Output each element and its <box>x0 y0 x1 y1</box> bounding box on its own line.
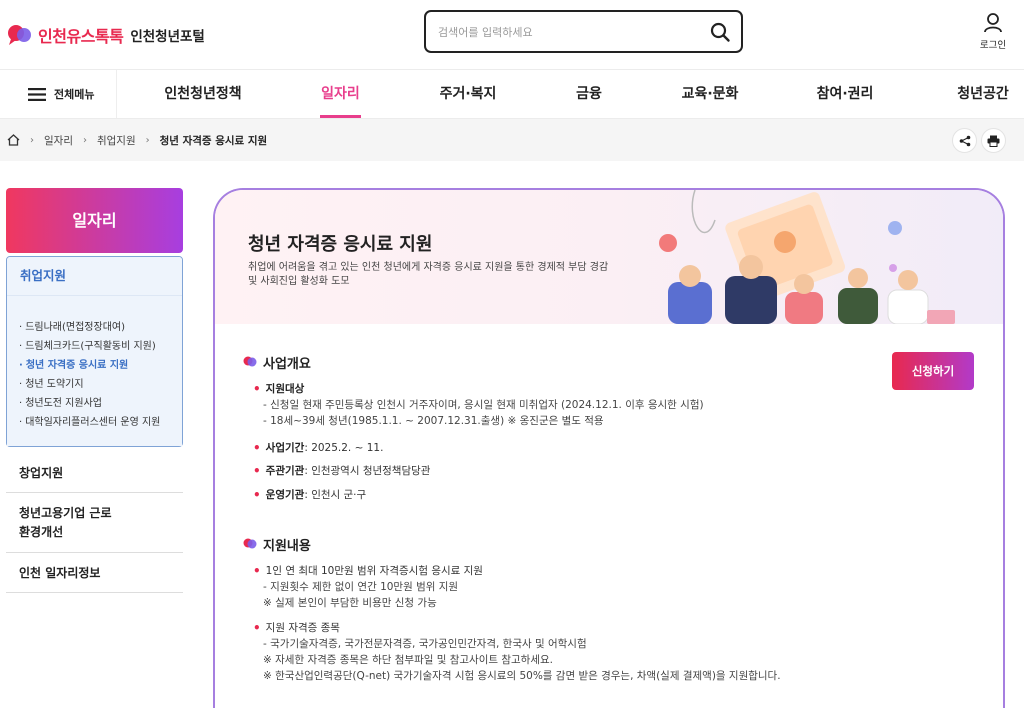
overview-operator: 운영기관 : 인천시 군·구 <box>253 487 367 503</box>
site-header: 인천유스톡톡 인천청년포털 로그인 <box>0 0 1024 70</box>
home-icon[interactable] <box>7 134 20 146</box>
sidebar-subitem-dream-narae[interactable]: · 드림나래(면접정장대여) <box>19 318 176 337</box>
sidebar-subitem-challenge-support[interactable]: · 청년도전 지원사업 <box>19 394 176 413</box>
chat-bubble-logo-icon <box>8 25 31 45</box>
sidebar-item-job-info[interactable]: 인천 일자리정보 <box>6 553 183 593</box>
login-label: 로그인 <box>979 40 1007 51</box>
nav-item-jobs[interactable]: 일자리 <box>320 70 361 118</box>
sidebar-subitem-dream-check-card[interactable]: · 드림체크카드(구직활동비 지원) <box>19 337 176 356</box>
nav-item-finance[interactable]: 금융 <box>574 70 604 118</box>
breadcrumb: › 일자리 › 취업지원 › 청년 자격증 응시료 지원 <box>7 119 267 161</box>
section-title-overview: 사업개요 <box>243 353 311 372</box>
sidebar-group-employment[interactable]: 취업지원 <box>7 257 182 295</box>
sidebar-group: 취업지원 · 드림나래(면접정장대여) · 드림체크카드(구직활동비 지원) · 청년… <box>6 256 183 447</box>
sidebar-title: 일자리 <box>6 188 183 253</box>
breadcrumb-current: 청년 자격증 응시료 지원 <box>159 134 268 147</box>
sidebar-sub-list: · 드림나래(면접정장대여) · 드림체크카드(구직활동비 지원) · 청년 자격증 … <box>7 295 182 446</box>
chevron-right-icon: › <box>30 134 34 146</box>
logo-text: 인천유스톡톡 <box>38 27 124 46</box>
search-box <box>424 10 743 53</box>
section-title-support: 지원내용 <box>243 535 311 554</box>
banner-illustration <box>659 190 955 324</box>
overview-period: 사업기간 : 2025.2. ~ 11. <box>253 440 384 456</box>
overview-organizer: 주관기관 : 인천광역시 청년정책담당관 <box>253 463 431 479</box>
all-menu-button[interactable]: 전체메뉴 <box>0 70 117 118</box>
chevron-right-icon: › <box>82 134 87 146</box>
portal-name: 인천청년포털 <box>130 29 205 45</box>
sidebar-item-work-environment[interactable]: 청년고용기업 근로환경개선 <box>6 493 183 553</box>
all-menu-label: 전체메뉴 <box>54 88 95 101</box>
search-icon[interactable] <box>709 21 731 43</box>
page-description: 취업에 어려움을 겪고 있는 인천 청년에게 자격증 응시료 지원을 통한 경제… <box>248 262 609 287</box>
heart-bullet-icon <box>243 356 257 367</box>
breadcrumb-bar: › 일자리 › 취업지원 › 청년 자격증 응시료 지원 <box>0 119 1024 161</box>
apply-button[interactable]: 신청하기 <box>892 352 974 390</box>
page-banner: 청년 자격증 응시료 지원 취업에 어려움을 겪고 있는 인천 청년에게 자격증… <box>215 190 1003 324</box>
hamburger-icon <box>28 87 46 101</box>
nav-item-education-culture[interactable]: 교육·문화 <box>680 70 740 118</box>
chevron-right-icon: › <box>145 134 150 146</box>
share-button[interactable] <box>952 128 977 153</box>
nav-item-youth-space[interactable]: 청년공간 <box>950 70 1016 118</box>
nav-item-policy[interactable]: 인천청년정책 <box>163 70 243 118</box>
heart-bullet-icon <box>243 538 257 549</box>
support-item-certificates: 지원 자격증 종목 - 국가기술자격증, 국가전문자격증, 국가공인민간자격, … <box>253 620 781 684</box>
support-item-amount: 1인 연 최대 10만원 범위 자격증시험 응시료 지원 - 지원횟수 제한 없… <box>253 563 483 611</box>
sidebar: 일자리 취업지원 · 드림나래(면접정장대여) · 드림체크카드(구직활동비 지원)… <box>6 188 183 593</box>
login-button[interactable]: 로그인 <box>974 12 1012 52</box>
site-logo[interactable]: 인천유스톡톡 인천청년포털 <box>6 19 205 51</box>
page-title: 청년 자격증 응시료 지원 <box>248 234 433 255</box>
breadcrumb-item[interactable]: 일자리 <box>44 133 73 148</box>
content-panel: 청년 자격증 응시료 지원 취업에 어려움을 겪고 있는 인천 청년에게 자격증… <box>213 188 1005 708</box>
nav-item-housing-welfare[interactable]: 주거·복지 <box>438 70 498 118</box>
sidebar-subitem-leap-base[interactable]: · 청년 도약기지 <box>19 375 176 394</box>
printer-icon <box>987 135 1000 147</box>
nav-item-participation-rights[interactable]: 참여·권리 <box>815 70 875 118</box>
print-button[interactable] <box>981 128 1006 153</box>
sidebar-subitem-university-jobs-center[interactable]: · 대학일자리플러스센터 운영 지원 <box>19 413 176 432</box>
search-input[interactable] <box>438 22 698 42</box>
main-nav: 전체메뉴 인천청년정책 일자리 주거·복지 금융 교육·문화 참여·권리 청년공… <box>0 70 1024 119</box>
breadcrumb-item[interactable]: 취업지원 <box>97 133 136 148</box>
share-icon <box>959 135 970 146</box>
user-icon <box>984 13 1002 33</box>
sidebar-subitem-certificate-fee[interactable]: · 청년 자격증 응시료 지원 <box>19 356 176 375</box>
overview-target: 지원대상 - 신청일 현재 주민등록상 인천시 거주자이며, 응시일 현재 미취… <box>253 381 704 429</box>
sidebar-item-startup[interactable]: 창업지원 <box>6 453 183 493</box>
